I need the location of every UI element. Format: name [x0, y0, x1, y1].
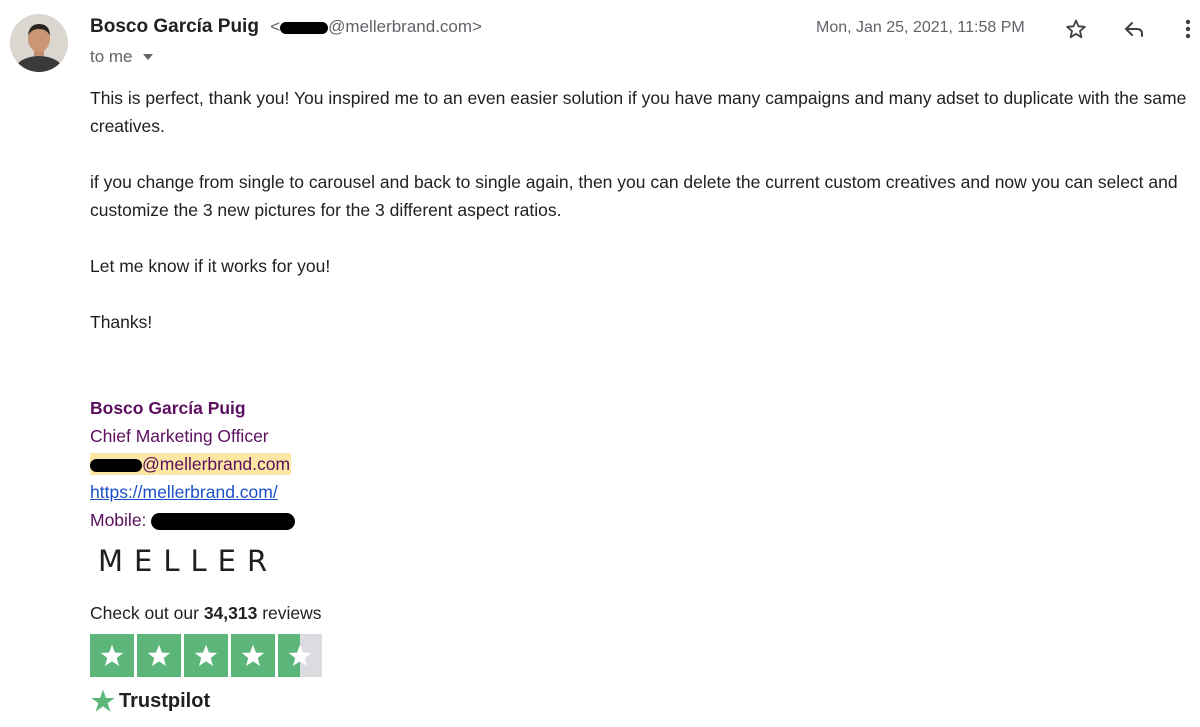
star-icon — [194, 644, 218, 666]
sender-email-domain: @mellerbrand.com> — [328, 17, 482, 36]
recipient-label: to me — [90, 47, 133, 66]
rating-star — [231, 634, 275, 677]
sender-name[interactable]: Bosco García Puig — [90, 16, 259, 37]
star-icon — [241, 644, 265, 666]
mobile-label: Mobile: — [90, 510, 152, 530]
rating-star — [137, 634, 181, 677]
sender-email-open-bracket: < — [270, 17, 281, 36]
signature-title: Chief Marketing Officer — [90, 426, 269, 446]
redaction-bar — [90, 458, 142, 472]
star-button[interactable] — [1061, 14, 1091, 44]
sender-email[interactable]: < @mellerbrand.com> — [270, 17, 482, 36]
message-body: This is perfect, thank you! You inspired… — [90, 84, 1190, 364]
star-icon — [147, 644, 171, 666]
reviews-text: Check out our 34,313 reviews — [90, 603, 322, 624]
rating-star — [184, 634, 228, 677]
body-paragraph: if you change from single to carousel an… — [90, 172, 1178, 220]
signature-email-domain: @mellerbrand.com — [142, 454, 291, 474]
reply-button[interactable] — [1119, 14, 1149, 44]
trustpilot-logo[interactable]: Trustpilot — [90, 688, 210, 714]
trustpilot-star-icon — [91, 689, 115, 712]
reviews-count: 34,313 — [203, 603, 258, 623]
signature-email-highlight[interactable]: @mellerbrand.com — [90, 453, 292, 475]
star-icon — [100, 644, 124, 666]
body-paragraph: Let me know if it works for you! — [90, 256, 331, 276]
signature-mobile: Mobile: — [90, 506, 296, 534]
sender-line: Bosco García Puig < @mellerbrand.com> — [90, 16, 482, 38]
reply-icon — [1125, 22, 1143, 37]
redaction-bar — [151, 512, 296, 530]
recipient-toggle[interactable]: to me — [90, 47, 153, 67]
signature-name: Bosco García Puig — [90, 398, 246, 418]
chevron-down-icon — [142, 54, 153, 60]
redaction-bar — [280, 21, 329, 34]
rating-star — [90, 634, 134, 677]
meller-logo[interactable]: MELLER — [98, 544, 278, 578]
more-vert-icon — [1185, 19, 1191, 39]
rating-star — [278, 634, 322, 677]
message-date: Mon, Jan 25, 2021, 11:58 PM — [816, 19, 1025, 36]
trustpilot-label: Trustpilot — [119, 689, 211, 712]
avatar-photo — [10, 14, 68, 72]
email-signature: Bosco García Puig Chief Marketing Office… — [90, 394, 296, 534]
reviews-suffix: reviews — [257, 603, 322, 623]
trustpilot-rating[interactable] — [90, 634, 322, 677]
body-paragraph: This is perfect, thank you! You inspired… — [90, 88, 1187, 136]
body-paragraph: Thanks! — [90, 312, 153, 332]
signature-website-link[interactable]: https://mellerbrand.com/ — [90, 482, 278, 502]
more-options-button[interactable] — [1176, 14, 1200, 44]
avatar[interactable] — [10, 14, 68, 72]
star-icon — [288, 644, 312, 666]
reviews-prefix: Check out our — [90, 603, 204, 623]
signature-email[interactable]: @mellerbrand.com — [90, 450, 295, 478]
star-outline-icon — [1066, 19, 1086, 39]
